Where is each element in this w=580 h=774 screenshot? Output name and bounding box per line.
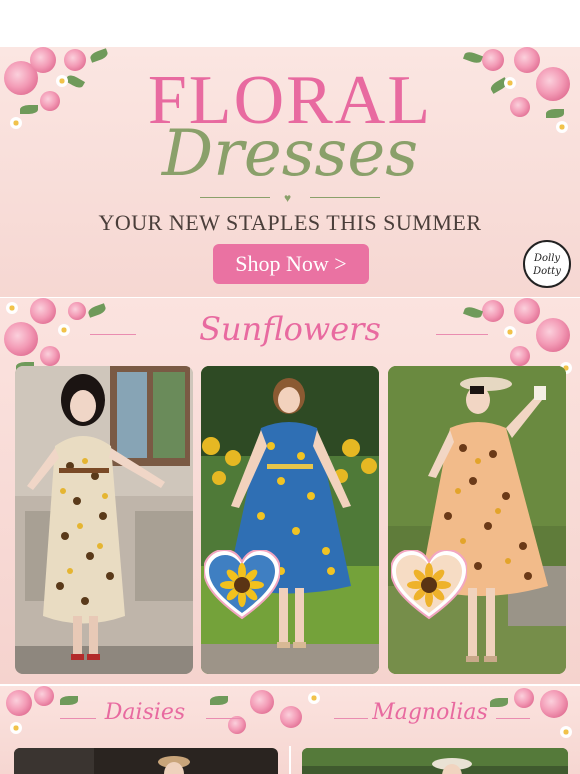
column-divider: [289, 746, 291, 774]
magnolias-title: Magnolias: [372, 700, 488, 725]
svg-text:Dolly: Dolly: [533, 253, 560, 264]
brand-logo[interactable]: Dolly Dotty: [523, 240, 571, 288]
email-page: FLORAL Dresses ♥ YOUR NEW STAPLES THIS S…: [0, 0, 580, 774]
title-rule: [206, 718, 242, 719]
sunflowers-title: Sunflowers: [199, 310, 381, 348]
hero-subtitle: YOUR NEW STAPLES THIS SUMMER: [98, 210, 482, 235]
title-rule: [496, 718, 530, 719]
hero-banner[interactable]: FLORAL Dresses ♥ YOUR NEW STAPLES THIS S…: [0, 47, 580, 297]
product-photo-daisies[interactable]: [14, 748, 278, 774]
sunflower-heart-badge-icon: [202, 548, 282, 620]
shop-now-button[interactable]: Shop Now >: [213, 244, 369, 284]
product-photo-peach-sunflower-dress[interactable]: [388, 366, 566, 674]
daisies-title: Daisies: [104, 700, 186, 725]
product-photo-magnolias[interactable]: [302, 748, 568, 774]
svg-text:Dotty: Dotty: [532, 266, 561, 277]
daisies-magnolias-section: Daisies Magnolias: [0, 686, 580, 774]
sunflower-heart-badge-icon: [389, 548, 469, 620]
product-photo-blue-sunflower-dress[interactable]: [201, 366, 379, 674]
ornament-divider-icon: ♥: [200, 191, 380, 205]
product-photo-cream-sunflower-dress[interactable]: [15, 366, 193, 674]
hero-title-dresses: Dresses: [161, 117, 419, 191]
sunflowers-section: Sunflowers: [0, 298, 580, 684]
title-rule-right: [436, 334, 488, 335]
